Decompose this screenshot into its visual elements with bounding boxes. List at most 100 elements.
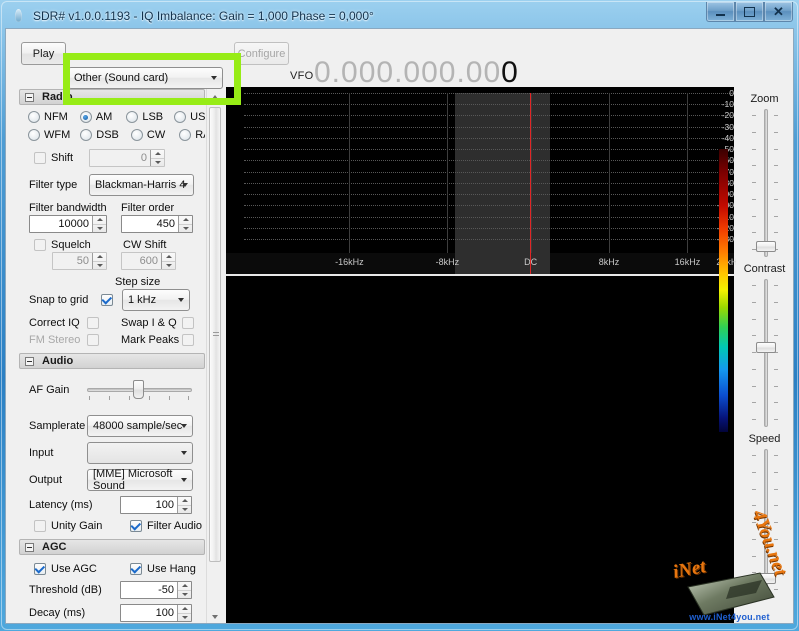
radio-group-header[interactable]: Radio	[19, 89, 205, 105]
shift-stepper-buttons[interactable]	[150, 150, 164, 166]
waterfall-display[interactable]	[226, 276, 734, 624]
configure-button[interactable]: Configure	[234, 42, 289, 65]
waterfall-colorbar	[719, 149, 728, 432]
collapse-icon[interactable]	[25, 357, 34, 366]
correct-iq-checkbox[interactable]	[87, 317, 99, 329]
decay-stepper[interactable]: 100	[120, 604, 192, 622]
stepper-up-icon[interactable]	[179, 216, 192, 225]
shift-stepper[interactable]: 0	[89, 149, 165, 167]
spectrum-waterfall-area[interactable]: 0-10-20-30-40-50-60-70-80-90-100-110-120…	[226, 87, 734, 624]
filter-bandwidth-stepper-buttons[interactable]	[92, 216, 106, 232]
radio-usb[interactable]	[174, 111, 186, 123]
scroll-down-button[interactable]	[207, 609, 222, 624]
play-button[interactable]: Play	[21, 42, 66, 65]
samplerate-select[interactable]: 48000 sample/sec	[87, 415, 193, 437]
slider-tick	[752, 149, 756, 150]
dc-filter-band[interactable]	[455, 93, 550, 253]
scroll-up-button[interactable]	[207, 89, 222, 104]
unity-gain-checkbox[interactable]	[34, 520, 46, 532]
stepper-up-icon[interactable]	[162, 253, 175, 262]
slider-tick	[752, 182, 756, 183]
af-gain-slider[interactable]	[87, 379, 192, 401]
speed-slider[interactable]	[736, 449, 793, 597]
source-select[interactable]: Other (Sound card)	[68, 67, 223, 89]
radio-dsb[interactable]	[80, 129, 92, 141]
vfo-frequency-display[interactable]: 0.000.000.000	[314, 56, 519, 90]
stepper-down-icon[interactable]	[162, 262, 175, 270]
stepper-down-icon[interactable]	[178, 591, 191, 599]
filter-audio-checkbox[interactable]	[130, 520, 142, 532]
collapse-icon[interactable]	[25, 93, 34, 102]
use-agc-checkbox[interactable]	[34, 563, 46, 575]
gridline-vertical	[349, 93, 350, 253]
slider-tick	[774, 402, 778, 403]
step-size-select[interactable]: 1 kHz	[122, 289, 190, 311]
af-gain-thumb[interactable]	[133, 380, 144, 399]
contrast-thumb[interactable]	[756, 342, 776, 353]
close-button[interactable]: ✕	[764, 2, 793, 22]
stepper-up-icon[interactable]	[151, 150, 164, 159]
spectrum-plot[interactable]: 0-10-20-30-40-50-60-70-80-90-100-110-120…	[226, 87, 734, 253]
zoom-thumb[interactable]	[756, 241, 776, 252]
stepper-down-icon[interactable]	[151, 159, 164, 167]
squelch-stepper[interactable]: 50	[52, 252, 107, 270]
speed-thumb[interactable]	[756, 573, 776, 584]
threshold-value: -50	[121, 584, 177, 596]
swap-iq-checkbox[interactable]	[182, 317, 194, 329]
contrast-slider[interactable]	[736, 279, 793, 427]
audio-group-header[interactable]: Audio	[19, 353, 205, 369]
output-select[interactable]: [MME] Microsoft Sound	[87, 469, 193, 491]
radio-cw[interactable]	[131, 129, 143, 141]
radio-wfm[interactable]	[28, 129, 40, 141]
stepper-up-icon[interactable]	[178, 497, 191, 506]
stepper-down-icon[interactable]	[178, 614, 191, 622]
latency-stepper[interactable]: 100	[120, 496, 192, 514]
filter-order-stepper-buttons[interactable]	[178, 216, 192, 232]
use-hang-checkbox[interactable]	[130, 563, 142, 575]
threshold-stepper[interactable]: -50	[120, 581, 192, 599]
gridline-vertical	[609, 93, 610, 253]
threshold-stepper-buttons[interactable]	[177, 582, 191, 598]
collapse-icon[interactable]	[25, 543, 34, 552]
radio-raw[interactable]	[179, 129, 191, 141]
mark-peaks-checkbox[interactable]	[182, 334, 194, 346]
agc-group-header[interactable]: AGC	[19, 539, 205, 555]
stepper-down-icon[interactable]	[179, 225, 192, 233]
radio-nfm[interactable]	[28, 111, 40, 123]
squelch-stepper-buttons[interactable]	[92, 253, 106, 269]
filter-bandwidth-value: 10000	[30, 218, 92, 230]
maximize-button[interactable]	[735, 2, 764, 22]
stepper-down-icon[interactable]	[93, 262, 106, 270]
shift-label: Shift	[51, 152, 73, 164]
filter-bandwidth-stepper[interactable]: 10000	[29, 215, 107, 233]
input-select[interactable]	[87, 442, 193, 464]
cw-shift-stepper[interactable]: 600	[121, 252, 176, 270]
radio-wfm-label: WFM	[44, 129, 70, 141]
scrollbar-thumb[interactable]	[209, 107, 221, 562]
stepper-up-icon[interactable]	[178, 582, 191, 591]
settings-scrollbar[interactable]	[206, 89, 221, 624]
spectrum-x-axis[interactable]: -16kHz-8kHzDC8kHz16kHz24kHz	[226, 253, 734, 275]
filter-order-stepper[interactable]: 450	[121, 215, 193, 233]
squelch-checkbox[interactable]	[34, 239, 46, 251]
snap-to-grid-checkbox[interactable]	[101, 294, 113, 306]
stepper-up-icon[interactable]	[93, 253, 106, 262]
stepper-down-icon[interactable]	[93, 225, 106, 233]
stepper-down-icon[interactable]	[178, 506, 191, 514]
filter-type-select[interactable]: Blackman-Harris 4	[89, 174, 194, 196]
minimize-button[interactable]	[706, 2, 735, 22]
radio-am[interactable]	[80, 111, 92, 123]
vfo-digit-active[interactable]: 0	[501, 56, 519, 89]
decay-value: 100	[121, 607, 177, 619]
slider-tick	[752, 302, 756, 303]
stepper-up-icon[interactable]	[178, 605, 191, 614]
cw-shift-stepper-buttons[interactable]	[161, 253, 175, 269]
display-sliders-panel: Zoom Contrast Speed	[736, 87, 793, 624]
fm-stereo-checkbox[interactable]	[87, 334, 99, 346]
latency-stepper-buttons[interactable]	[177, 497, 191, 513]
decay-stepper-buttons[interactable]	[177, 605, 191, 621]
stepper-up-icon[interactable]	[93, 216, 106, 225]
radio-lsb[interactable]	[126, 111, 138, 123]
zoom-slider[interactable]	[736, 109, 793, 257]
shift-checkbox[interactable]	[34, 152, 46, 164]
